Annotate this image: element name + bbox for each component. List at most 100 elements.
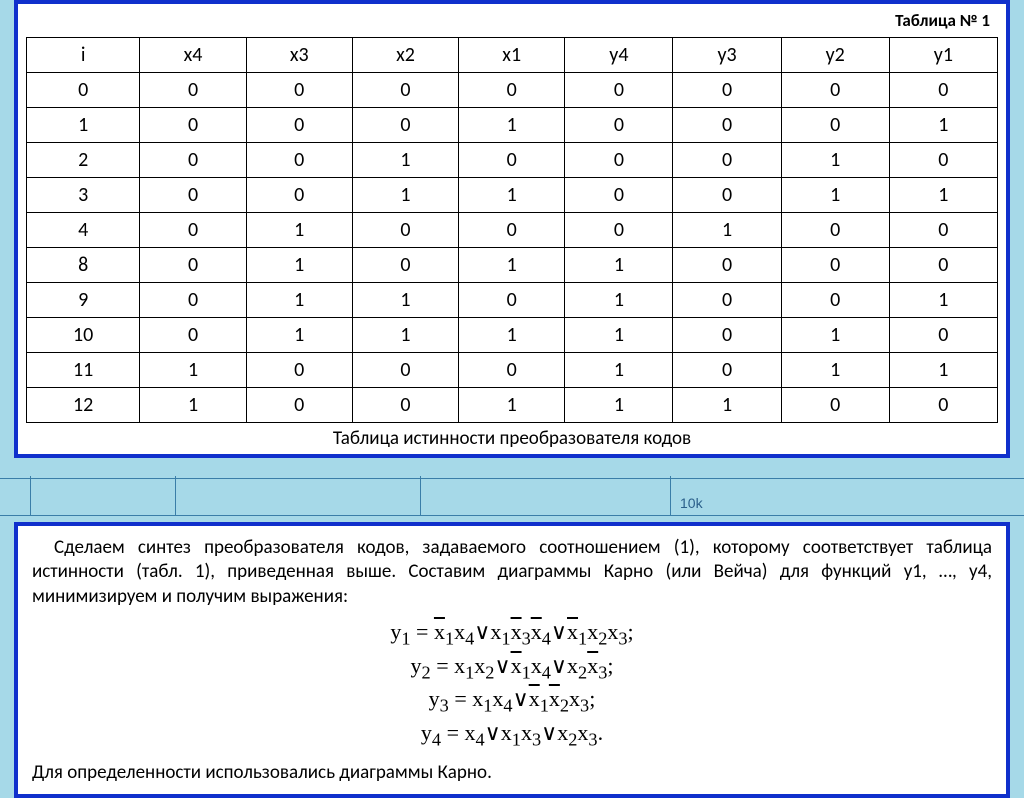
table-row: 100010001 [27,108,998,143]
cell-y1: 1 [889,353,997,388]
col-header-x2: x2 [352,38,458,73]
cell-i: 10 [27,318,140,353]
cell-x4: 0 [140,143,246,178]
cell-i: 12 [27,388,140,423]
cell-x1: 0 [459,73,565,108]
cell-x3: 0 [246,178,352,213]
cell-x3: 0 [246,73,352,108]
cell-y3: 0 [673,248,781,283]
table-row: 801011000 [27,248,998,283]
cell-x1: 1 [459,178,565,213]
cell-x4: 0 [140,283,246,318]
table-row: 1210011100 [27,388,998,423]
cell-y3: 0 [673,178,781,213]
cell-x2: 0 [352,73,458,108]
cell-i: 0 [27,73,140,108]
cell-x2: 0 [352,108,458,143]
cell-i: 3 [27,178,140,213]
cell-y2: 1 [781,178,889,213]
col-header-y1: y1 [889,38,997,73]
cell-y2: 0 [781,283,889,318]
table-row: 000000000 [27,73,998,108]
cell-x3: 1 [246,318,352,353]
cell-y2: 0 [781,108,889,143]
cell-y4: 1 [565,248,673,283]
cell-y1: 0 [889,388,997,423]
cell-y3: 1 [673,388,781,423]
cell-x2: 1 [352,283,458,318]
cell-x2: 0 [352,388,458,423]
col-header-y4: y4 [565,38,673,73]
cell-y4: 0 [565,178,673,213]
explanation-panel: Сделаем синтез преобразователя кодов, за… [14,522,1010,798]
cell-y3: 0 [673,108,781,143]
table-row: 200100010 [27,143,998,178]
cell-y2: 0 [781,388,889,423]
col-header-x3: x3 [246,38,352,73]
cell-x2: 1 [352,143,458,178]
cell-x4: 0 [140,178,246,213]
cell-y4: 1 [565,353,673,388]
cell-y3: 0 [673,73,781,108]
col-header-x4: x4 [140,38,246,73]
bg-label-10k: 10k [680,495,703,511]
cell-x3: 1 [246,283,352,318]
cell-x3: 1 [246,213,352,248]
col-header-i: i [27,38,140,73]
cell-i: 2 [27,143,140,178]
cell-i: 11 [27,353,140,388]
cell-y1: 0 [889,318,997,353]
table-row: 1001111010 [27,318,998,353]
cell-i: 1 [27,108,140,143]
cell-x4: 0 [140,318,246,353]
table-title: Таблица № 1 [26,10,998,37]
cell-y1: 0 [889,143,997,178]
cell-y1: 1 [889,108,997,143]
cell-x2: 1 [352,318,458,353]
cell-x1: 0 [459,213,565,248]
cell-y1: 0 [889,73,997,108]
cell-x4: 0 [140,108,246,143]
col-header-y3: y3 [673,38,781,73]
truth-table: ix4x3x2x1y4y3y2y1 0000000001000100012001… [26,37,998,423]
cell-i: 4 [27,213,140,248]
table-row: 1110001011 [27,353,998,388]
formula-block: y1 = x1x4∨x1x3x4∨x1x2x3;y2 = x1x2∨x1x4∨x… [32,617,992,751]
footnote-text: Для определенности использовались диагра… [32,761,492,784]
cell-y3: 0 [673,318,781,353]
formula-y1: y1 = x1x4∨x1x3x4∨x1x2x3; [32,617,992,651]
cell-i: 8 [27,248,140,283]
cell-y3: 0 [673,143,781,178]
cell-y4: 0 [565,108,673,143]
cell-x4: 0 [140,248,246,283]
cell-y4: 0 [565,73,673,108]
col-header-y2: y2 [781,38,889,73]
footnote: Для определенности использовались диагра… [32,761,992,784]
paragraph-1: Сделаем синтез преобразователя кодов, за… [32,536,992,609]
cell-y1: 1 [889,283,997,318]
cell-y2: 1 [781,318,889,353]
cell-x2: 0 [352,213,458,248]
cell-x2: 0 [352,248,458,283]
cell-x4: 1 [140,353,246,388]
cell-y2: 1 [781,143,889,178]
col-header-x1: x1 [459,38,565,73]
cell-y3: 0 [673,283,781,318]
cell-x1: 0 [459,143,565,178]
cell-x2: 1 [352,178,458,213]
cell-x1: 0 [459,353,565,388]
table-row: 300110011 [27,178,998,213]
cell-x1: 1 [459,248,565,283]
cell-x3: 0 [246,388,352,423]
table-row: 401000100 [27,213,998,248]
paragraph-1-text: Сделаем синтез преобразователя кодов, за… [32,536,992,608]
cell-y4: 1 [565,318,673,353]
cell-y4: 0 [565,213,673,248]
cell-x4: 0 [140,73,246,108]
formula-y3: y3 = x1x4∨x1x2x3; [32,684,992,718]
cell-x4: 0 [140,213,246,248]
cell-y3: 1 [673,213,781,248]
cell-i: 9 [27,283,140,318]
truth-table-panel: Таблица № 1 ix4x3x2x1y4y3y2y1 0000000001… [14,0,1010,458]
cell-y2: 0 [781,213,889,248]
